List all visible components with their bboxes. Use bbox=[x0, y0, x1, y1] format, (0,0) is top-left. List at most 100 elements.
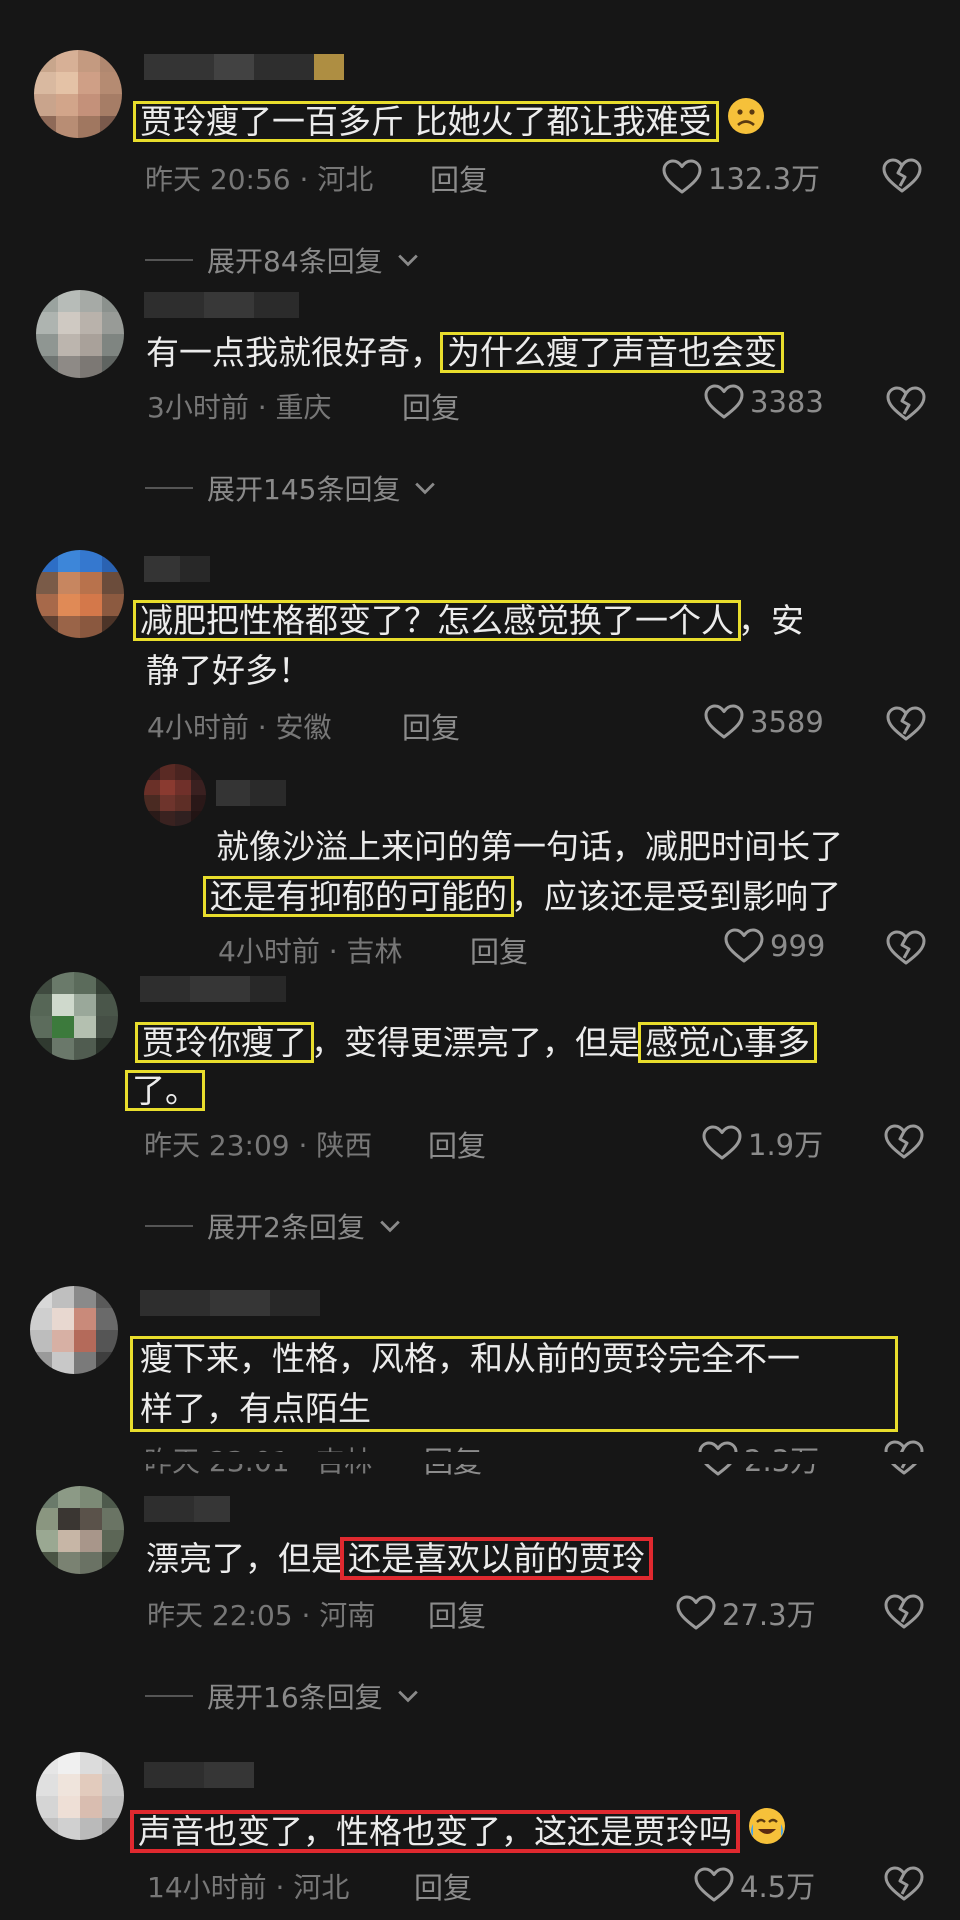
avatar[interactable] bbox=[34, 50, 122, 138]
username[interactable] bbox=[144, 292, 299, 318]
broken-heart-icon bbox=[882, 158, 922, 194]
dislike-button[interactable] bbox=[882, 158, 922, 194]
avatar[interactable] bbox=[36, 290, 124, 378]
username[interactable] bbox=[144, 1762, 254, 1788]
comment-text: 减肥把性格都变了？怎么感觉换了一个人 ，安 bbox=[133, 596, 804, 646]
expand-replies[interactable]: 展开84条回复 bbox=[145, 240, 419, 280]
heart-icon bbox=[694, 1867, 734, 1903]
avatar[interactable] bbox=[30, 1286, 118, 1374]
comment-text: 贾玲你瘦了 ，变得更漂亮了，但是 感觉心事多 bbox=[135, 1018, 817, 1068]
dislike-button[interactable] bbox=[884, 1594, 924, 1630]
avatar[interactable] bbox=[144, 764, 206, 826]
heart-icon bbox=[704, 384, 744, 420]
reply-button[interactable]: 回复 bbox=[402, 705, 460, 747]
like-count: 999 bbox=[770, 929, 826, 963]
reply-button[interactable]: 回复 bbox=[430, 157, 488, 199]
reply-meta: 4小时前 · 吉林 bbox=[218, 935, 403, 968]
dislike-button[interactable] bbox=[886, 930, 926, 966]
dislike-button[interactable] bbox=[884, 1866, 924, 1902]
like-count: 3589 bbox=[750, 705, 824, 739]
like-button[interactable]: 4.5万 bbox=[694, 1864, 815, 1906]
username[interactable] bbox=[144, 556, 210, 582]
expand-replies[interactable]: 展开145条回复 bbox=[145, 468, 436, 508]
avatar[interactable] bbox=[36, 1486, 124, 1574]
crying-laughing-emoji-icon bbox=[747, 1806, 787, 1860]
comment-meta: 4小时前 · 安徽 bbox=[147, 711, 332, 744]
broken-heart-icon bbox=[886, 930, 926, 966]
reply-button[interactable]: 回复 bbox=[428, 1593, 486, 1635]
divider bbox=[145, 1225, 193, 1227]
expand-label: 展开145条回复 bbox=[207, 473, 401, 506]
broken-heart-icon bbox=[884, 1594, 924, 1630]
expand-label: 展开84条回复 bbox=[207, 245, 383, 278]
highlighted-phrase: 贾玲瘦了一百多斤 比她火了都让我难受 bbox=[133, 100, 719, 142]
divider bbox=[145, 487, 193, 489]
like-count: 27.3万 bbox=[722, 1598, 816, 1632]
chevron-down-icon bbox=[414, 481, 436, 495]
dislike-button[interactable] bbox=[884, 1124, 924, 1160]
dislike-button[interactable] bbox=[886, 386, 926, 422]
chevron-down-icon bbox=[397, 1689, 419, 1703]
comment-meta: 3小时前 · 重庆 bbox=[147, 391, 332, 424]
heart-icon bbox=[704, 704, 744, 740]
heart-icon bbox=[662, 159, 702, 195]
highlight-box bbox=[130, 1336, 898, 1432]
username[interactable] bbox=[140, 976, 286, 1002]
heart-icon bbox=[724, 928, 764, 964]
reply-button[interactable]: 回复 bbox=[428, 1123, 486, 1165]
dislike-button[interactable] bbox=[886, 706, 926, 742]
highlighted-phrase: 贾玲你瘦了 bbox=[135, 1022, 314, 1063]
comment-meta: 昨天 23:09 · 陕西 bbox=[144, 1129, 373, 1162]
reply-text: 就像沙溢上来问的第一句话，减肥时间长了 bbox=[216, 827, 843, 866]
comment-text: 贾玲瘦了一百多斤 比她火了都让我难受 bbox=[133, 96, 766, 150]
like-count: 1.9万 bbox=[748, 1128, 824, 1162]
like-count: 132.3万 bbox=[708, 162, 821, 196]
expand-replies[interactable]: 展开2条回复 bbox=[145, 1206, 401, 1246]
divider bbox=[145, 1695, 193, 1697]
like-button[interactable]: 3589 bbox=[704, 704, 824, 740]
broken-heart-icon bbox=[884, 1866, 924, 1902]
like-button[interactable]: 27.3万 bbox=[676, 1592, 816, 1634]
reply-button[interactable]: 回复 bbox=[470, 929, 528, 971]
chevron-down-icon bbox=[397, 253, 419, 267]
avatar[interactable] bbox=[36, 550, 124, 638]
reply-text-line-2: 还是有抑郁的可能的 ，应该还是受到影响了 bbox=[203, 872, 841, 922]
highlighted-phrase: 还是有抑郁的可能的 bbox=[203, 876, 514, 917]
heart-icon bbox=[676, 1595, 716, 1631]
like-button[interactable]: 999 bbox=[724, 928, 825, 964]
username[interactable] bbox=[144, 1496, 230, 1522]
expand-replies[interactable]: 展开16条回复 bbox=[145, 1676, 419, 1716]
frown-emoji-icon bbox=[726, 96, 766, 150]
highlighted-phrase: 了。 bbox=[125, 1070, 205, 1111]
like-button[interactable]: 3383 bbox=[704, 384, 824, 420]
heart-icon bbox=[702, 1125, 742, 1161]
avatar[interactable] bbox=[36, 1752, 124, 1840]
like-button[interactable]: 132.3万 bbox=[662, 156, 820, 198]
comment-text-line-2: 静了好多！ bbox=[146, 651, 311, 690]
highlighted-phrase: 还是喜欢以前的贾玲 bbox=[340, 1537, 653, 1580]
highlighted-phrase: 声音也变了，性格也变了，这还是贾玲吗 bbox=[130, 1809, 740, 1853]
comment-text-line-2: 了。 bbox=[125, 1066, 205, 1116]
chevron-down-icon bbox=[379, 1219, 401, 1233]
highlighted-phrase: 减肥把性格都变了？怎么感觉换了一个人 bbox=[133, 600, 741, 641]
like-count: 4.5万 bbox=[740, 1870, 816, 1904]
username[interactable] bbox=[140, 1290, 320, 1316]
comment-text: 声音也变了，性格也变了，这还是贾玲吗 bbox=[130, 1806, 787, 1860]
avatar[interactable] bbox=[30, 972, 118, 1060]
like-count: 3383 bbox=[750, 385, 824, 419]
username[interactable] bbox=[144, 54, 344, 80]
highlighted-phrase: 感觉心事多 bbox=[638, 1022, 817, 1063]
broken-heart-icon bbox=[884, 1124, 924, 1160]
reply-button[interactable]: 回复 bbox=[414, 1865, 472, 1907]
screenshot-seam bbox=[0, 1452, 960, 1464]
comment-meta: 昨天 22:05 · 河南 bbox=[147, 1599, 376, 1632]
username[interactable] bbox=[216, 780, 286, 806]
divider bbox=[145, 259, 193, 261]
reply-button[interactable]: 回复 bbox=[402, 385, 460, 427]
comment-meta: 昨天 20:56 · 河北 bbox=[145, 163, 374, 196]
broken-heart-icon bbox=[886, 706, 926, 742]
broken-heart-icon bbox=[886, 386, 926, 422]
expand-label: 展开16条回复 bbox=[207, 1681, 383, 1714]
like-button[interactable]: 1.9万 bbox=[702, 1122, 823, 1164]
expand-label: 展开2条回复 bbox=[207, 1211, 365, 1244]
